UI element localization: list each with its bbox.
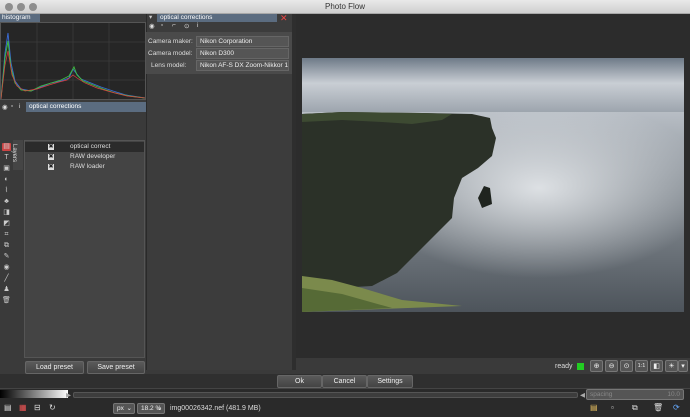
curves-tool-icon[interactable]: ⌇ (2, 187, 11, 195)
save-preset-button[interactable]: Save preset (87, 361, 145, 374)
eye-tool-icon[interactable]: ◉ (2, 264, 11, 272)
duplicate-image-icon[interactable]: ⧉ (632, 403, 638, 413)
layer-visibility-checkbox[interactable]: ✖ (48, 144, 54, 150)
color-tool-icon[interactable]: ♣ (2, 198, 11, 206)
status-text: ready (555, 363, 573, 370)
contrast-tool-icon[interactable]: ◐ (2, 176, 11, 184)
new-image-icon[interactable]: ▤ (590, 403, 598, 412)
preview-image (302, 58, 684, 312)
lens-model-field[interactable]: Nikon AF-S DX Zoom-Nikkor 18 (196, 60, 289, 71)
zoom-select[interactable]: 18.2 % ⌄ (137, 403, 165, 414)
zoom-100-button[interactable]: 1:1 (635, 360, 648, 372)
info-icon[interactable]: i (197, 22, 198, 29)
crop-tool-icon[interactable]: ⌗ (2, 231, 11, 239)
blend-icon[interactable]: ▫ (161, 22, 163, 29)
unit-select[interactable]: px ⌄ (113, 403, 135, 414)
layer-row[interactable]: ✖ optical correct (25, 142, 144, 152)
layers-list: ✖ optical correct ✖ RAW developer ✖ RAW … (24, 140, 145, 358)
scroll-left-icon[interactable]: ▶ (66, 391, 71, 399)
mask-tool-icon[interactable]: ◩ (2, 220, 11, 228)
zoom-out-button[interactable]: ⊖ (605, 360, 618, 372)
save-file-icon[interactable]: ⊟ (34, 403, 41, 412)
module-title[interactable]: optical corrections (157, 14, 277, 22)
line-tool-icon[interactable]: ╱ (2, 275, 11, 283)
layer-name: RAW loader (70, 163, 105, 170)
histogram-layer-label[interactable]: optical corrections (26, 102, 146, 112)
zoom-fit-button[interactable]: ⊙ (620, 360, 633, 372)
text-tool-icon[interactable]: T (2, 154, 11, 162)
document-tool-icon[interactable]: ▣ (2, 165, 11, 173)
status-indicator (577, 363, 584, 370)
refresh-icon[interactable]: ⟳ (673, 403, 680, 412)
layer-row[interactable]: ✖ RAW developer (25, 152, 144, 162)
camera-model-label: Camera model: (148, 50, 193, 57)
window-title: Photo Flow (324, 2, 366, 11)
lock-icon[interactable]: ▫ (11, 103, 13, 110)
spacing-value: 10.0 (667, 391, 680, 398)
brightness-button[interactable]: ☀ (665, 360, 678, 372)
opacity-icon[interactable]: ⌐ (172, 22, 176, 29)
gradient-tool-icon[interactable]: ◨ (2, 209, 11, 217)
layers-tool-icon[interactable]: ▤ (2, 143, 11, 151)
new-file-icon[interactable]: ▤ (4, 403, 12, 412)
export-file-icon[interactable]: ↻ (49, 403, 56, 412)
close-icon[interactable]: ✕ (280, 13, 288, 24)
eye-icon[interactable]: ◉ (2, 103, 8, 111)
filmstrip-scrollbar[interactable] (73, 392, 578, 398)
histogram-tab[interactable]: histogram (0, 14, 40, 22)
brush-tool-icon[interactable]: ✎ (2, 253, 11, 261)
layer-name: RAW developer (70, 153, 116, 160)
visibility-icon[interactable]: ◉ (149, 22, 155, 30)
settings-button[interactable]: Settings (367, 375, 413, 388)
chevron-down-icon: ⌄ (126, 405, 132, 412)
window-titlebar: Photo Flow (0, 0, 690, 14)
spacing-slider[interactable]: spacing 10.0 (586, 389, 684, 400)
scroll-right-icon[interactable]: ◀ (580, 391, 585, 399)
layer-row[interactable]: ✖ RAW loader (25, 162, 144, 172)
view-options-button[interactable]: ▾ (678, 360, 688, 372)
camera-maker-label: Camera maker: (148, 38, 193, 45)
histogram-plot (0, 22, 146, 100)
cancel-button[interactable]: Cancel (322, 375, 367, 388)
info-icon[interactable]: i (19, 103, 20, 110)
stamp-tool-icon[interactable]: ♟ (2, 286, 11, 294)
trash-icon[interactable]: 🗑 (2, 297, 11, 305)
settings-icon[interactable]: ⊙ (184, 22, 189, 30)
file-info: img00026342.nef (481.9 MB) (170, 405, 261, 412)
layer-name: optical correct (70, 143, 111, 150)
transform-tool-icon[interactable]: ⧉ (2, 242, 11, 250)
open-file-icon[interactable]: ▦ (19, 403, 27, 412)
layer-visibility-checkbox[interactable]: ✖ (48, 154, 54, 160)
lens-model-label: Lens model: (151, 62, 187, 69)
ok-button[interactable]: Ok (277, 375, 322, 388)
zoom-in-button[interactable]: ⊕ (590, 360, 603, 372)
load-preset-button[interactable]: Load preset (25, 361, 84, 374)
brightness-gradient (0, 390, 68, 398)
spacing-label: spacing (590, 391, 613, 398)
layers-tab[interactable]: Layers (11, 140, 23, 170)
open-image-icon[interactable]: ▫ (611, 403, 614, 412)
trash-icon[interactable]: 🗑 (653, 403, 663, 412)
chevron-down-icon: ⌄ (156, 405, 162, 412)
collapse-icon[interactable]: ▾ (149, 13, 152, 21)
unit-select-value: px (117, 405, 124, 412)
camera-maker-field[interactable]: Nikon Corporation (196, 36, 289, 47)
split-view-button[interactable]: ◧ (650, 360, 663, 372)
layers-tab-label: Layers (11, 143, 18, 163)
histogram-curves (0, 23, 146, 100)
tool-icons-column: ▤ T ▣ ◐ ⌇ ♣ ◨ ◩ ⌗ ⧉ ✎ ◉ ╱ ♟ 🗑 (0, 140, 13, 305)
layer-visibility-checkbox[interactable]: ✖ (48, 164, 54, 170)
camera-model-field[interactable]: Nikon D300 (196, 48, 289, 59)
